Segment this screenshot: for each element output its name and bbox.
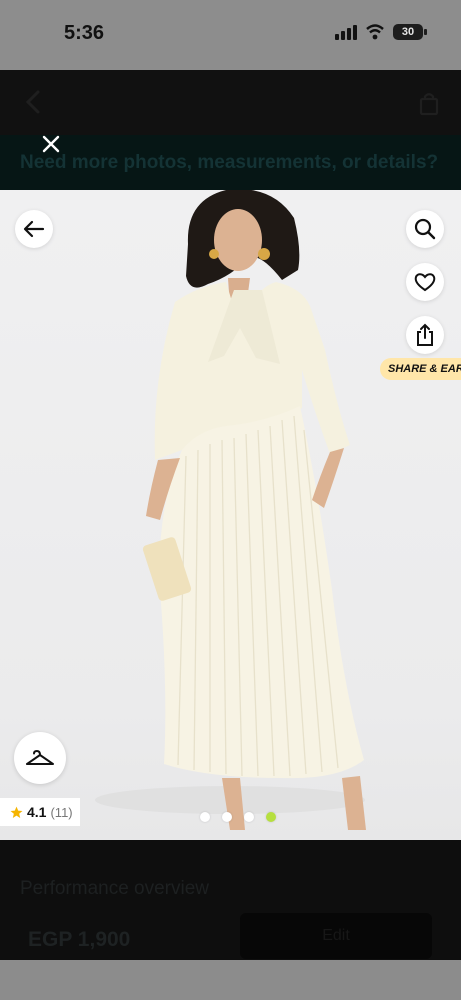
product-photo: [95, 190, 366, 830]
star-icon: [10, 806, 23, 818]
edit-button[interactable]: Edit: [240, 913, 432, 959]
pagination-dot[interactable]: [244, 812, 254, 822]
chevron-left-icon[interactable]: [24, 90, 44, 114]
app-header: [0, 70, 461, 135]
signal-icon: [335, 25, 357, 40]
performance-overview-title: Performance overview: [20, 878, 210, 899]
search-button[interactable]: [406, 210, 444, 248]
wishlist-button[interactable]: [406, 263, 444, 301]
pagination-dot-active[interactable]: [266, 812, 276, 822]
back-arrow-icon: [23, 220, 45, 238]
try-on-button[interactable]: [14, 732, 66, 784]
bottom-scrim: [0, 960, 461, 1000]
share-earn-badge[interactable]: SHARE & EARN: [380, 358, 461, 380]
product-image-gallery[interactable]: SHARE & EARN 4.1 (11): [0, 190, 461, 840]
rating-count: (11): [50, 804, 73, 820]
status-icons: 30: [335, 24, 427, 40]
image-pagination[interactable]: [200, 812, 276, 822]
status-bar: 5:36 30: [0, 0, 461, 70]
share-icon: [417, 323, 433, 346]
heart-icon: [414, 273, 436, 292]
bottom-sheet: Performance overview EGP 1,900 Edit: [0, 840, 461, 960]
status-time: 5:36: [64, 22, 105, 44]
close-icon[interactable]: [40, 133, 62, 155]
shopping-bag-icon[interactable]: [419, 92, 439, 116]
search-icon: [414, 218, 436, 240]
pagination-dot[interactable]: [200, 812, 210, 822]
wifi-icon: [366, 24, 384, 40]
back-button[interactable]: [15, 210, 53, 248]
battery-icon: 30: [393, 24, 427, 40]
share-button[interactable]: [406, 316, 444, 354]
hanger-icon: [26, 749, 54, 765]
pagination-dot[interactable]: [222, 812, 232, 822]
price: EGP 1,900: [28, 928, 131, 951]
promo-banner: Need more photos, measurements, or detai…: [0, 135, 461, 190]
rating-value: 4.1: [27, 804, 47, 820]
promo-text: Need more photos, measurements, or detai…: [20, 152, 439, 173]
rating-chip[interactable]: 4.1 (11): [0, 798, 80, 826]
